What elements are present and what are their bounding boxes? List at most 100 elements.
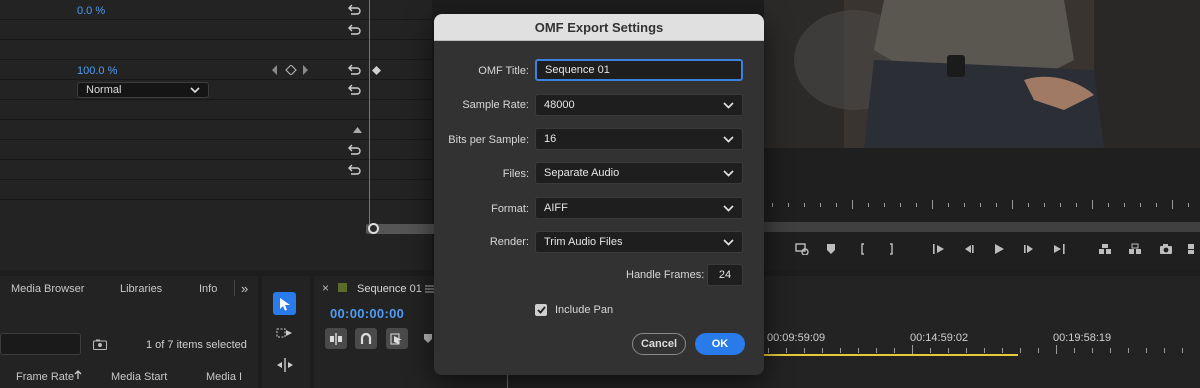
program-monitor-video bbox=[764, 0, 1200, 148]
in-point-icon[interactable] bbox=[855, 242, 871, 256]
tab-libraries[interactable]: Libraries bbox=[120, 283, 162, 295]
blend-mode-dropdown[interactable]: Normal bbox=[77, 82, 209, 98]
lift-icon[interactable] bbox=[1097, 242, 1113, 256]
chevron-down-icon bbox=[723, 238, 734, 246]
out-point-icon[interactable] bbox=[883, 242, 899, 256]
cancel-button[interactable]: Cancel bbox=[632, 333, 686, 355]
extract-icon[interactable] bbox=[1127, 242, 1143, 256]
sort-ascending-icon[interactable] bbox=[74, 370, 82, 380]
nest-icon bbox=[330, 332, 342, 345]
reset-icon[interactable] bbox=[347, 144, 361, 156]
sequence-color-swatch bbox=[338, 283, 347, 292]
handle-frames-label: Handle Frames: bbox=[626, 269, 705, 281]
linked-selection-icon bbox=[390, 333, 402, 344]
export-frame-icon[interactable] bbox=[1158, 242, 1174, 256]
bits-per-sample-label: Bits per Sample: bbox=[448, 134, 529, 146]
items-selected-count: 1 of 7 items selected bbox=[146, 339, 247, 351]
include-pan-label[interactable]: Include Pan bbox=[555, 304, 613, 316]
selection-arrow-icon bbox=[279, 297, 290, 310]
play-icon[interactable] bbox=[991, 242, 1007, 256]
sequence-tab-title[interactable]: Sequence 01 bbox=[357, 283, 422, 295]
column-header-media-end[interactable]: Media I bbox=[206, 371, 242, 383]
opacity-value[interactable]: 0.0 % bbox=[77, 5, 105, 17]
sample-rate-value: 48000 bbox=[544, 99, 575, 111]
tab-media-browser[interactable]: Media Browser bbox=[11, 283, 84, 295]
tab-overflow-button[interactable]: » bbox=[241, 281, 248, 296]
scale-value[interactable]: 100.0 % bbox=[77, 65, 117, 77]
project-search-input[interactable] bbox=[0, 333, 81, 355]
handle-frames-value: 24 bbox=[718, 269, 732, 281]
ok-button[interactable]: OK bbox=[695, 333, 745, 355]
step-forward-icon[interactable] bbox=[1021, 242, 1037, 256]
bits-per-sample-dropdown[interactable]: 16 bbox=[535, 128, 743, 150]
sample-rate-label: Sample Rate: bbox=[462, 99, 529, 111]
dialog-titlebar[interactable]: OMF Export Settings bbox=[434, 14, 764, 41]
files-dropdown[interactable]: Separate Audio bbox=[535, 162, 743, 184]
go-to-in-icon[interactable] bbox=[931, 242, 947, 256]
format-dropdown[interactable]: AIFF bbox=[535, 197, 743, 219]
checkmark-icon bbox=[536, 306, 546, 314]
sample-rate-dropdown[interactable]: 48000 bbox=[535, 94, 743, 116]
reset-icon[interactable] bbox=[347, 164, 361, 176]
ruler-label: 00:09:59:09 bbox=[767, 332, 826, 344]
property-row bbox=[0, 200, 432, 220]
dialog-title: OMF Export Settings bbox=[534, 19, 664, 35]
video-frame-image bbox=[764, 0, 1200, 148]
render-dropdown[interactable]: Trim Audio Files bbox=[535, 231, 743, 253]
track-select-forward-icon[interactable] bbox=[276, 327, 294, 341]
work-area-bar[interactable] bbox=[764, 354, 1018, 356]
new-bin-icon[interactable] bbox=[93, 339, 107, 350]
omf-title-value: Sequence 01 bbox=[545, 64, 610, 76]
snap-button[interactable] bbox=[355, 328, 377, 349]
blend-mode-value: Normal bbox=[86, 84, 122, 96]
omf-title-label: OMF Title: bbox=[478, 65, 529, 77]
keyframe-icon[interactable] bbox=[372, 66, 381, 75]
column-header-media-start[interactable]: Media Start bbox=[111, 371, 167, 383]
property-row: 0.0 % bbox=[0, 0, 432, 20]
tab-info[interactable]: Info bbox=[199, 283, 217, 295]
reset-icon[interactable] bbox=[347, 64, 361, 76]
tab-divider bbox=[234, 280, 235, 296]
chevron-down-icon bbox=[723, 204, 734, 212]
property-row bbox=[0, 40, 432, 60]
chevron-down-icon bbox=[190, 86, 200, 93]
timeline-ruler[interactable] bbox=[764, 345, 1200, 354]
omf-title-input[interactable]: Sequence 01 bbox=[535, 59, 743, 81]
program-zoom-bar[interactable] bbox=[764, 222, 1200, 232]
add-marker-icon[interactable] bbox=[823, 242, 839, 256]
files-value: Separate Audio bbox=[544, 167, 620, 179]
scrollbar-handle[interactable] bbox=[368, 223, 379, 234]
step-back-icon[interactable] bbox=[961, 242, 977, 256]
omf-export-settings-dialog: OMF Export Settings OMF Title: Sequence … bbox=[434, 14, 764, 375]
files-label: Files: bbox=[502, 168, 529, 180]
handle-frames-input[interactable]: 24 bbox=[707, 264, 743, 286]
selection-tool-button[interactable] bbox=[273, 292, 296, 315]
keyframe-navigator-icon[interactable] bbox=[272, 65, 312, 75]
chevron-down-icon bbox=[723, 101, 734, 109]
playhead-line[interactable] bbox=[369, 0, 370, 228]
go-to-out-icon[interactable] bbox=[1051, 242, 1067, 256]
reset-icon[interactable] bbox=[347, 24, 361, 36]
button-editor-icon[interactable] bbox=[1186, 242, 1200, 256]
chevron-down-icon bbox=[723, 135, 734, 143]
property-row bbox=[0, 100, 432, 120]
program-ruler[interactable] bbox=[764, 200, 1200, 210]
insert-sequence-nest-button[interactable] bbox=[325, 328, 347, 349]
marker-icon[interactable] bbox=[794, 242, 810, 256]
close-tab-icon[interactable]: × bbox=[322, 281, 329, 295]
column-header-frame-rate[interactable]: Frame Rate bbox=[16, 371, 74, 383]
ruler-label: 00:19:58:19 bbox=[1053, 332, 1112, 344]
sequence-timecode[interactable]: 00:00:00:00 bbox=[330, 306, 404, 321]
property-row bbox=[0, 120, 432, 140]
linked-selection-button[interactable] bbox=[386, 328, 408, 349]
add-marker-icon[interactable] bbox=[423, 333, 433, 344]
bits-per-sample-value: 16 bbox=[544, 133, 557, 145]
include-pan-checkbox[interactable] bbox=[535, 304, 547, 316]
magnet-icon bbox=[360, 332, 372, 344]
reset-icon[interactable] bbox=[347, 84, 361, 96]
ruler-label: 00:14:59:02 bbox=[910, 332, 969, 344]
render-label: Render: bbox=[489, 236, 529, 248]
ripple-edit-tool-icon[interactable] bbox=[276, 358, 294, 372]
collapse-up-icon[interactable] bbox=[353, 127, 362, 133]
reset-icon[interactable] bbox=[347, 4, 361, 16]
